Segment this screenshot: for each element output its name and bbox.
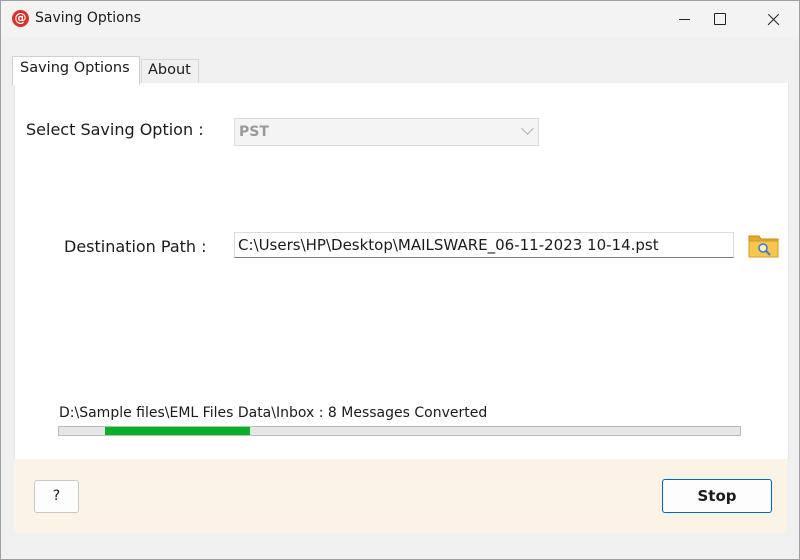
maximize-icon [714,13,726,25]
tab-saving-options[interactable]: Saving Options [12,56,140,85]
window-title: Saving Options [35,10,141,26]
tab-about[interactable]: About [141,59,199,84]
progress-fill [105,427,250,435]
help-button[interactable]: ? [34,480,79,513]
title-bar: @ Saving Options [1,1,799,37]
browse-folder-button[interactable] [748,231,780,259]
saving-option-value: PST [239,124,269,140]
tab-label: Saving Options [20,60,130,76]
minimize-icon [679,19,690,20]
maximize-button[interactable] [697,1,743,37]
destination-path-field[interactable]: C:\Users\HP\Desktop\MAILSWARE_06-11-2023… [234,232,734,258]
app-window: @ Saving Options Saving Options About Se… [0,0,800,560]
saving-option-dropdown[interactable]: PST [234,118,539,146]
app-logo-icon: @ [12,10,29,27]
destination-path-label: Destination Path : [64,237,207,256]
tab-label: About [148,62,191,78]
progress-bar [58,426,741,436]
conversion-status-text: D:\Sample files\EML Files Data\Inbox : 8… [59,405,488,421]
folder-search-icon [748,235,779,258]
chevron-down-icon [521,122,534,135]
stop-button[interactable]: Stop [662,479,772,513]
saving-option-label: Select Saving Option : [26,120,204,139]
close-button[interactable] [751,1,797,37]
